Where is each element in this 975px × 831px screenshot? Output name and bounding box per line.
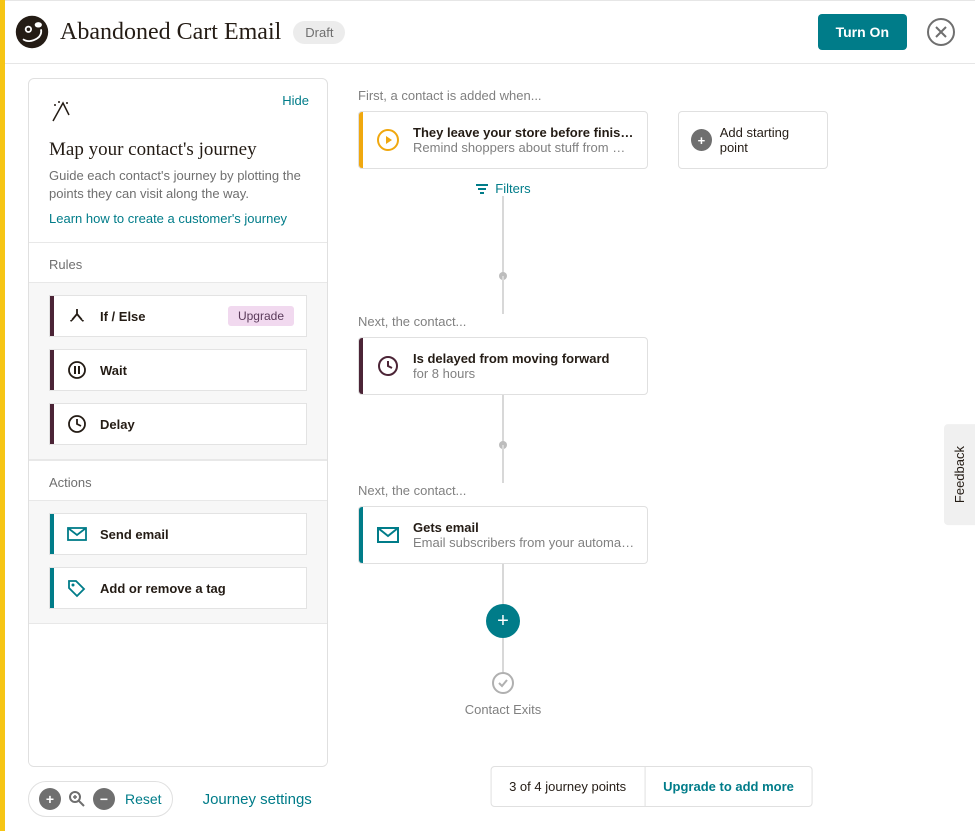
- add-starting-point-button[interactable]: + Add starting point: [678, 111, 828, 169]
- clock-icon: [363, 355, 413, 377]
- card-title: They leave your store before finishing c…: [413, 125, 635, 140]
- clock-icon: [54, 414, 100, 434]
- check-icon: [492, 672, 514, 694]
- delay-card[interactable]: Is delayed from moving forward for 8 hou…: [358, 337, 648, 395]
- reset-link[interactable]: Reset: [125, 791, 162, 807]
- status-bar: 3 of 4 journey points Upgrade to add mor…: [490, 766, 813, 807]
- page-title: Abandoned Cart Email: [60, 19, 281, 46]
- card-subtitle: Remind shoppers about stuff from GetM...: [413, 140, 635, 155]
- close-button[interactable]: [927, 18, 955, 46]
- accent-bar: [0, 0, 5, 831]
- zoom-fit-button[interactable]: [67, 789, 87, 809]
- learn-link[interactable]: Learn how to create a customer's journey: [49, 211, 287, 226]
- rule-label: If / Else: [100, 309, 228, 324]
- action-tag[interactable]: Add or remove a tag: [49, 567, 307, 609]
- header-bar: Abandoned Cart Email Draft Turn On: [0, 0, 975, 64]
- rules-heading: Rules: [29, 243, 327, 283]
- step-label: First, a contact is added when...: [358, 88, 945, 103]
- card-title: Is delayed from moving forward: [413, 351, 635, 366]
- journey-canvas[interactable]: First, a contact is added when... They l…: [328, 64, 975, 831]
- zoom-out-button[interactable]: −: [93, 788, 115, 810]
- card-subtitle: for 8 hours: [413, 366, 635, 381]
- card-title: Gets email: [413, 520, 635, 535]
- zoom-controls: + − Reset Journey settings: [28, 767, 328, 817]
- play-icon: [363, 128, 413, 152]
- filter-icon: [475, 183, 489, 195]
- starting-point-card[interactable]: They leave your store before finishing c…: [358, 111, 648, 169]
- mailchimp-logo: [14, 14, 50, 50]
- feedback-tab[interactable]: Feedback: [944, 424, 975, 525]
- step-label: Next, the contact...: [358, 314, 945, 329]
- status-badge: Draft: [293, 21, 345, 44]
- rule-label: Wait: [100, 363, 306, 378]
- journey-icon: [49, 97, 77, 125]
- panel-desc: Guide each contact's journey by plotting…: [49, 167, 307, 203]
- journey-points-count: 3 of 4 journey points: [491, 767, 644, 806]
- tag-icon: [54, 578, 100, 598]
- rule-label: Delay: [100, 417, 306, 432]
- exit-label: Contact Exits: [358, 702, 648, 717]
- zoom-in-button[interactable]: +: [39, 788, 61, 810]
- rule-if-else[interactable]: If / Else Upgrade: [49, 295, 307, 337]
- actions-heading: Actions: [29, 461, 327, 501]
- journey-settings-link[interactable]: Journey settings: [203, 791, 312, 808]
- rule-delay[interactable]: Delay: [49, 403, 307, 445]
- upgrade-link[interactable]: Upgrade to add more: [644, 767, 812, 806]
- branch-icon: [54, 306, 100, 326]
- plus-icon: +: [691, 129, 712, 151]
- add-step-button[interactable]: +: [486, 604, 520, 638]
- action-label: Send email: [100, 527, 306, 542]
- email-card[interactable]: Gets email Email subscribers from your a…: [358, 506, 648, 564]
- mail-icon: [363, 525, 413, 545]
- sidebar: Hide Map your contact's journey Guide ea…: [0, 64, 328, 831]
- card-subtitle: Email subscribers from your automation .…: [413, 535, 635, 550]
- sidebar-panel: Hide Map your contact's journey Guide ea…: [28, 78, 328, 767]
- action-send-email[interactable]: Send email: [49, 513, 307, 555]
- add-start-label: Add starting point: [720, 125, 815, 155]
- filters-link[interactable]: Filters: [358, 181, 648, 196]
- hide-link[interactable]: Hide: [282, 93, 309, 108]
- step-label: Next, the contact...: [358, 483, 945, 498]
- turn-on-button[interactable]: Turn On: [818, 14, 907, 50]
- pause-icon: [54, 360, 100, 380]
- panel-heading: Map your contact's journey: [49, 139, 307, 161]
- mail-icon: [54, 524, 100, 544]
- upgrade-badge: Upgrade: [228, 306, 294, 326]
- action-label: Add or remove a tag: [100, 581, 306, 596]
- rule-wait[interactable]: Wait: [49, 349, 307, 391]
